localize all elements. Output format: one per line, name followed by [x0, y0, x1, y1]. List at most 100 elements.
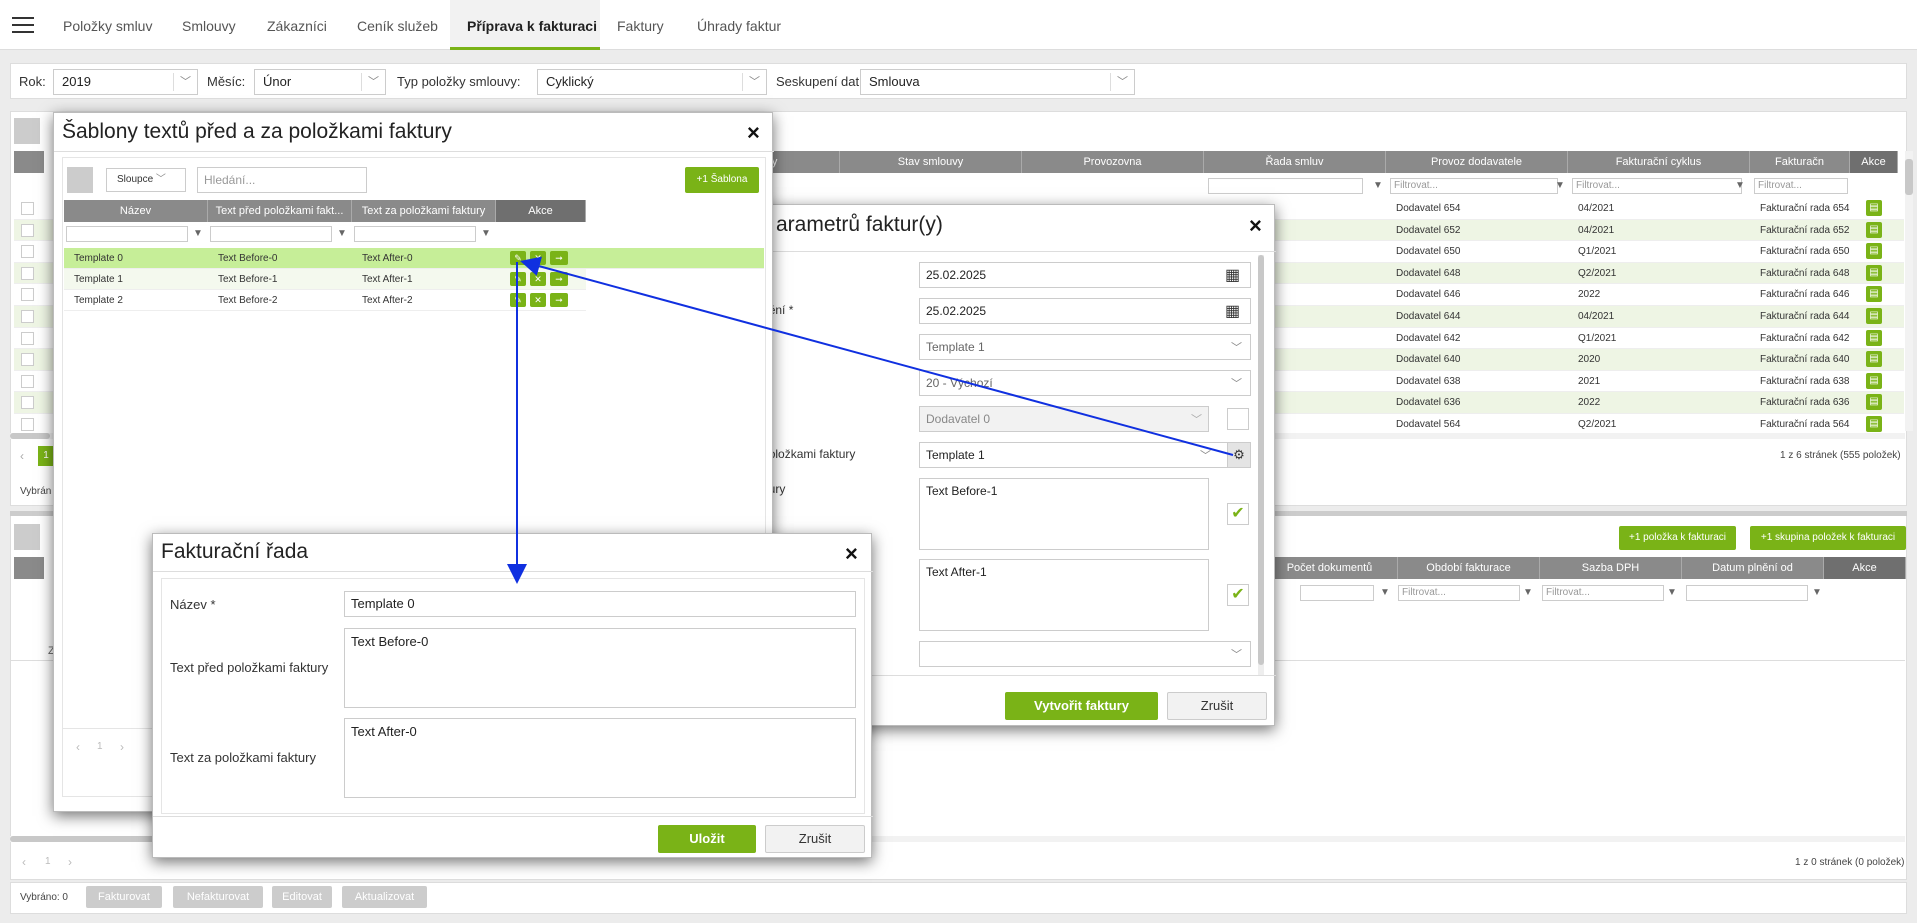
- document-icon[interactable]: ▤: [1866, 415, 1882, 432]
- apply-arrow-icon[interactable]: ➞: [550, 293, 568, 307]
- col-header[interactable]: Text před položkami fakt...: [208, 200, 352, 222]
- table-row[interactable]: Template 0 Text Before-0 Text After-0 ✎ ✕ ➞: [64, 248, 764, 269]
- filter-clear-icon[interactable]: [67, 167, 93, 193]
- col-header[interactable]: Počet dokumentů: [1262, 557, 1398, 579]
- tab-smlouvy[interactable]: Smlouvy: [182, 0, 236, 50]
- tab-zakaznici[interactable]: Zákazníci: [267, 0, 327, 50]
- edit-pencil-icon[interactable]: ✎: [510, 293, 526, 307]
- cancel-button[interactable]: Zrušit: [765, 825, 865, 853]
- add-item-button[interactable]: +1 položka k fakturaci: [1619, 526, 1736, 550]
- col-header[interactable]: Datum plnění od: [1682, 557, 1824, 579]
- filter-input[interactable]: Filtrovat...: [1542, 585, 1664, 601]
- next-page-icon[interactable]: ›: [68, 855, 72, 869]
- col-header[interactable]: Sazba DPH: [1540, 557, 1682, 579]
- page-number[interactable]: 1: [38, 446, 54, 466]
- row-checkbox[interactable]: [21, 309, 34, 323]
- row-checkbox[interactable]: [21, 266, 34, 280]
- delete-icon[interactable]: ✕: [530, 272, 546, 286]
- filter-funnel-icon[interactable]: ▼: [337, 229, 347, 239]
- text-before-textarea[interactable]: Text Before-0: [344, 628, 856, 708]
- date-field-2[interactable]: 25.02.2025: [919, 298, 1251, 324]
- extra-select[interactable]: [919, 641, 1251, 667]
- filter-funnel-icon[interactable]: ▼: [1373, 181, 1383, 191]
- document-icon[interactable]: ▤: [1866, 221, 1882, 238]
- vertical-scrollbar[interactable]: [1258, 255, 1264, 675]
- prev-page-icon[interactable]: ‹: [22, 855, 26, 869]
- document-icon[interactable]: ▤: [1866, 264, 1882, 281]
- col-header[interactable]: Fakturační cyklus: [1568, 151, 1750, 173]
- save-button[interactable]: Uložit: [658, 825, 756, 853]
- page-number[interactable]: 1: [97, 741, 103, 752]
- filter-funnel-icon[interactable]: ▼: [1667, 588, 1677, 598]
- close-icon[interactable]: ×: [1249, 215, 1262, 237]
- tab-polozky-smluv[interactable]: Položky smluv: [63, 0, 152, 50]
- hamburger-menu-icon[interactable]: [12, 17, 34, 33]
- filter-funnel-icon[interactable]: ▼: [1523, 588, 1533, 598]
- text-template-select[interactable]: Template 1: [919, 442, 1229, 468]
- aktualizovat-button[interactable]: Aktualizovat: [342, 886, 427, 908]
- check-icon[interactable]: ✔: [1227, 503, 1249, 525]
- col-header[interactable]: Text za položkami faktury: [352, 200, 496, 222]
- table-row[interactable]: Template 1 Text Before-1 Text After-1 ✎ ✕ ➞: [64, 269, 586, 290]
- filter-funnel-icon[interactable]: ▼: [1380, 588, 1390, 598]
- seskupeni-select[interactable]: Smlouva ﹀: [860, 69, 1135, 95]
- editovat-button[interactable]: Editovat: [272, 886, 332, 908]
- filter-input[interactable]: [354, 226, 476, 242]
- create-invoices-button[interactable]: Vytvořit faktury: [1005, 692, 1158, 720]
- filter-input[interactable]: [210, 226, 332, 242]
- next-page-icon[interactable]: ›: [120, 740, 124, 754]
- filter-input[interactable]: Filtrovat...: [1754, 178, 1848, 194]
- col-header-akce[interactable]: Akce: [496, 200, 586, 222]
- col-header[interactable]: Fakturačn: [1750, 151, 1850, 173]
- filter-input[interactable]: [66, 226, 188, 242]
- delete-icon[interactable]: ✕: [530, 293, 546, 307]
- table-row[interactable]: Template 2 Text Before-2 Text After-2 ✎ ✕ ➞: [64, 290, 586, 311]
- tab-priprava-k-fakturaci[interactable]: Příprava k fakturaci: [450, 0, 600, 50]
- filter-funnel-icon[interactable]: ▼: [1812, 588, 1822, 598]
- add-template-button[interactable]: +1 Šablona: [685, 167, 759, 193]
- document-icon[interactable]: ▤: [1866, 394, 1882, 411]
- search-input[interactable]: Hledání...: [197, 167, 367, 193]
- mesic-select[interactable]: Únor ﹀: [254, 69, 386, 95]
- cancel-button[interactable]: Zrušit: [1167, 692, 1267, 720]
- col-header[interactable]: Řada smluv: [1204, 151, 1386, 173]
- prev-page-icon[interactable]: ‹: [76, 740, 80, 754]
- row-checkbox[interactable]: [21, 288, 34, 302]
- edit-pencil-icon[interactable]: ✎: [510, 272, 526, 286]
- filter-funnel-icon[interactable]: ▼: [193, 229, 203, 239]
- col-header-akce[interactable]: Akce: [1850, 151, 1898, 173]
- filter-input[interactable]: Filtrovat...: [1572, 178, 1742, 194]
- prev-page-icon[interactable]: ‹: [20, 449, 24, 463]
- document-icon[interactable]: ▤: [1866, 243, 1882, 260]
- gear-icon[interactable]: ⚙: [1227, 442, 1251, 468]
- close-icon[interactable]: ×: [845, 543, 858, 565]
- add-group-button[interactable]: +1 skupina položek k fakturaci: [1750, 526, 1906, 550]
- col-header[interactable]: Období fakturace: [1398, 557, 1540, 579]
- row-checkbox[interactable]: [21, 331, 34, 345]
- tab-cenik-sluzeb[interactable]: Ceník služeb: [357, 0, 438, 50]
- filter-input[interactable]: Filtrovat...: [1390, 178, 1558, 194]
- row-checkbox[interactable]: [21, 353, 34, 367]
- apply-arrow-icon[interactable]: ➞: [550, 272, 568, 286]
- text-before-area[interactable]: Text Before-1: [919, 478, 1209, 550]
- name-input[interactable]: Template 0: [344, 591, 856, 617]
- row-checkbox[interactable]: [21, 374, 34, 388]
- tab-faktury[interactable]: Faktury: [617, 0, 664, 50]
- filter-input[interactable]: [1300, 585, 1374, 601]
- filter-funnel-icon[interactable]: ▼: [481, 229, 491, 239]
- row-checkbox[interactable]: [21, 223, 34, 237]
- filter-funnel-icon[interactable]: ▼: [1555, 181, 1565, 191]
- filter-clear-icon[interactable]: [14, 524, 40, 550]
- date-field-1[interactable]: 25.02.2025: [919, 262, 1251, 288]
- document-icon[interactable]: ▤: [1866, 200, 1882, 216]
- col-header-akce[interactable]: Akce: [1824, 557, 1906, 579]
- row-checkbox[interactable]: [21, 245, 34, 259]
- document-icon[interactable]: ▤: [1866, 329, 1882, 346]
- filter-input[interactable]: [1208, 178, 1363, 194]
- check-icon[interactable]: ✔: [1227, 584, 1249, 606]
- row-checkbox[interactable]: [21, 202, 34, 215]
- series-select[interactable]: 20 - Výchozí: [919, 370, 1251, 396]
- fakturovat-button[interactable]: Fakturovat: [86, 886, 162, 908]
- edit-pencil-icon[interactable]: ✎: [510, 251, 526, 265]
- col-header[interactable]: Stav smlouvy: [840, 151, 1022, 173]
